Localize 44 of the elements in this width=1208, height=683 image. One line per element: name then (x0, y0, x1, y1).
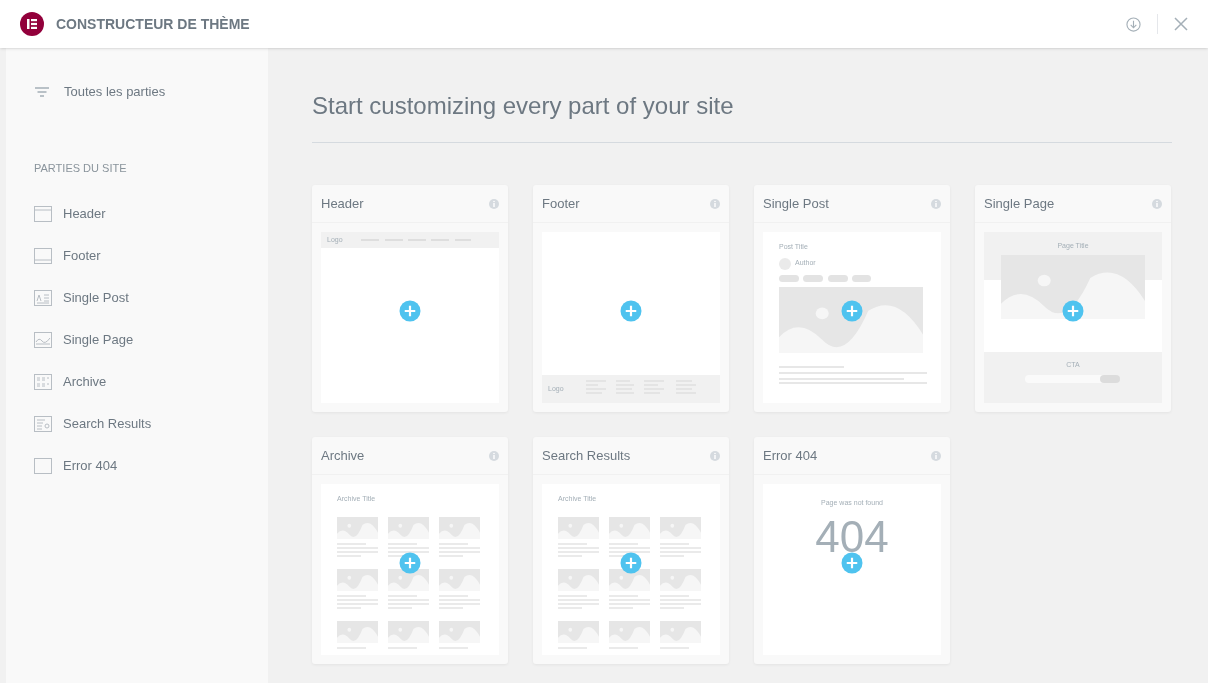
info-icon[interactable] (931, 198, 941, 209)
error-code-text: 404 (815, 514, 889, 559)
section-heading: PARTIES DU SITE (34, 160, 127, 176)
app-title: CONSTRUCTEUR DE THÈME (56, 14, 250, 34)
info-icon[interactable] (1152, 198, 1162, 209)
info-icon[interactable] (489, 198, 499, 209)
card-title: Archive (321, 446, 365, 465)
download-button[interactable] (1126, 16, 1141, 32)
sidebar-item[interactable]: Search Results (34, 413, 240, 435)
page-heading: Start customizing every part of your site (312, 91, 734, 121)
page-layout-icon (34, 332, 52, 348)
sidebar-item[interactable]: Footer (34, 245, 240, 267)
card-title: Single Post (763, 194, 829, 213)
card-title: Single Page (984, 194, 1055, 213)
card-title: Header (321, 194, 364, 213)
search-layout-icon (34, 416, 52, 432)
card-title: Footer (542, 194, 580, 213)
grid-layout-icon (34, 374, 52, 390)
info-icon[interactable] (489, 450, 499, 461)
info-icon[interactable] (931, 450, 941, 461)
plus-icon (404, 557, 416, 569)
all-parts-link[interactable]: Toutes les parties (34, 82, 240, 102)
plus-icon (1067, 305, 1079, 317)
info-icon[interactable] (710, 450, 720, 461)
header-layout-icon (34, 206, 52, 222)
plus-icon (846, 305, 858, 317)
info-icon[interactable] (710, 198, 720, 209)
footer-layout-icon (34, 248, 52, 264)
plus-icon (846, 557, 858, 569)
sidebar-item[interactable]: Single Page (34, 329, 240, 351)
card-title: Error 404 (763, 446, 818, 465)
sidebar-item[interactable]: Header (34, 203, 240, 225)
plus-icon (625, 305, 637, 317)
filter-icon (34, 85, 50, 98)
card-title: Search Results (542, 446, 631, 465)
plus-icon (404, 305, 416, 317)
sidebar-item[interactable]: Archive (34, 371, 240, 393)
plus-icon (625, 557, 637, 569)
error-page-icon (34, 458, 52, 474)
post-layout-icon (34, 290, 52, 306)
sidebar-item[interactable]: Single Post (34, 287, 240, 309)
sidebar-item[interactable]: Error 404 (34, 455, 240, 477)
close-button[interactable] (1174, 17, 1188, 31)
logo-icon (20, 12, 44, 36)
